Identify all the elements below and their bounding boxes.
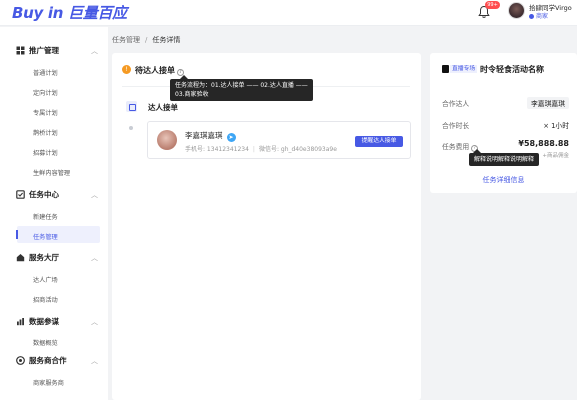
- commission-note: +商品佣金: [542, 153, 569, 159]
- sidebar-item-exclusive-plan[interactable]: 专属计划: [33, 108, 58, 117]
- active-item-highlight: [17, 226, 100, 243]
- sidebar-group-label: 任务中心: [29, 190, 59, 199]
- task-fee-label-text: 任务费用: [442, 143, 470, 151]
- task-title: 时令轻食活动名称: [480, 65, 544, 74]
- app-logo[interactable]: Buy in 巨量百应: [12, 2, 127, 23]
- sidebar-item-talent-square[interactable]: 达人广场: [33, 275, 58, 284]
- task-detail-link[interactable]: 任务详细信息: [430, 175, 577, 185]
- sidebar-item-normal-plan[interactable]: 普通计划: [33, 68, 58, 77]
- sidebar-item-task-manage[interactable]: 任务管理: [33, 232, 58, 241]
- partner-talent-label: 合作达人: [442, 100, 470, 108]
- talent-wechat: 微信号: gh_d40e38093a9e: [258, 146, 337, 153]
- step-title: 达人接单: [148, 103, 178, 112]
- sidebar-item-targeted-plan[interactable]: 定向计划: [33, 88, 58, 97]
- active-item-indicator: [16, 230, 18, 239]
- partner-icon: [16, 356, 25, 365]
- duration-value: × 1小时: [543, 122, 569, 130]
- step-icon: [126, 101, 137, 112]
- user-avatar[interactable]: [508, 2, 525, 19]
- breadcrumb-separator: /: [145, 36, 148, 44]
- sidebar-group-label: 服务大厅: [29, 253, 59, 262]
- talent-name-text: 李嘉琪嘉琪: [185, 131, 223, 140]
- chevron-up-icon[interactable]: ︿: [91, 190, 98, 200]
- chevron-up-icon[interactable]: ︿: [91, 253, 98, 263]
- breadcrumb-current: 任务详情: [152, 36, 181, 44]
- user-role-label: 商家: [536, 13, 549, 20]
- sidebar-group-partner[interactable]: 服务商合作: [16, 355, 67, 366]
- tiktok-icon: [442, 65, 449, 73]
- chevron-up-icon[interactable]: ︿: [91, 46, 98, 56]
- sidebar-group-promotion[interactable]: 推广管理: [16, 45, 59, 56]
- notification-badge: 99+: [485, 1, 500, 9]
- talent-name: 李嘉琪嘉琪 ➤: [185, 130, 236, 142]
- talent-contact: 手机号: 13412341234 | 微信号: gh_d40e38093a9e: [185, 144, 337, 153]
- home-icon: [16, 254, 25, 262]
- talent-phone: 手机号: 13412341234: [185, 146, 249, 153]
- chevron-up-icon[interactable]: ︿: [91, 356, 98, 366]
- breadcrumb-parent[interactable]: 任务管理: [112, 36, 140, 44]
- sidebar-item-recruit-plan[interactable]: 招募计划: [33, 148, 58, 157]
- fee-tooltip: 解释说明解释说明解释: [469, 149, 539, 166]
- section-title-text: 待达人接单: [135, 66, 175, 75]
- task-type-tag: 直播专场: [450, 65, 478, 73]
- sidebar: 推广管理 ︿ 普通计划 定向计划 专属计划 鹊桥计划 招募计划 生鲜内容管理 任…: [0, 27, 108, 400]
- chevron-up-icon[interactable]: ︿: [91, 317, 98, 327]
- pending-status-icon: !: [122, 65, 131, 74]
- sidebar-item-merchant-activity[interactable]: 招商活动: [33, 295, 58, 304]
- sidebar-group-data-advisor[interactable]: 数据参谋: [16, 316, 59, 327]
- duration-label: 合作时长: [442, 122, 470, 130]
- shop-icon: [529, 13, 534, 19]
- promotion-icon: [16, 46, 25, 55]
- talent-avatar: [157, 130, 177, 150]
- data-icon: [17, 318, 24, 326]
- contact-separator: |: [252, 146, 255, 153]
- sidebar-item-merchant-service[interactable]: 商家服务商: [33, 378, 64, 387]
- process-tooltip: 任务流程为：01.达人接单 —— 02.达人直播 —— 03.商家验收: [170, 75, 313, 101]
- verified-badge-icon: ➤: [226, 133, 236, 142]
- sidebar-group-label: 服务商合作: [29, 356, 67, 365]
- sidebar-group-service-hall[interactable]: 服务大厅: [16, 252, 59, 263]
- user-role-badge: 商家: [529, 11, 548, 20]
- timeline-dot: [129, 126, 133, 130]
- sidebar-group-label: 数据参谋: [29, 317, 59, 326]
- sidebar-item-fresh-content[interactable]: 生鲜内容管理: [33, 168, 70, 177]
- talent-card: 李嘉琪嘉琪 ➤ 手机号: 13412341234 | 微信号: gh_d40e3809…: [147, 121, 411, 159]
- sidebar-item-data-overview[interactable]: 数据概览: [33, 338, 58, 347]
- section-title: 待达人接单?: [135, 65, 184, 76]
- sidebar-item-new-task[interactable]: 新建任务: [33, 212, 58, 221]
- remind-talent-button[interactable]: 提醒达人接单: [355, 136, 403, 147]
- task-icon: [16, 190, 25, 199]
- task-fee-value: ¥58,888.88: [518, 139, 569, 148]
- task-info-panel: 直播专场 时令轻食活动名称 合作达人 李嘉琪嘉琪 合作时长 × 1小时 任务费用…: [430, 53, 577, 193]
- sidebar-group-label: 推广管理: [29, 46, 59, 55]
- top-header: Buy in 巨量百应 99+ 拾肆同学Virgo 商家: [0, 0, 577, 26]
- task-detail-card: ! 待达人接单? 达人接单 李嘉琪嘉琪 ➤ 手机号: 13412341234 | 微信…: [112, 53, 421, 400]
- breadcrumb: 任务管理 / 任务详情: [112, 35, 180, 45]
- sidebar-group-task-center[interactable]: 任务中心: [16, 189, 59, 200]
- partner-talent-value: 李嘉琪嘉琪: [527, 97, 569, 109]
- sidebar-item-bridge-plan[interactable]: 鹊桥计划: [33, 128, 58, 137]
